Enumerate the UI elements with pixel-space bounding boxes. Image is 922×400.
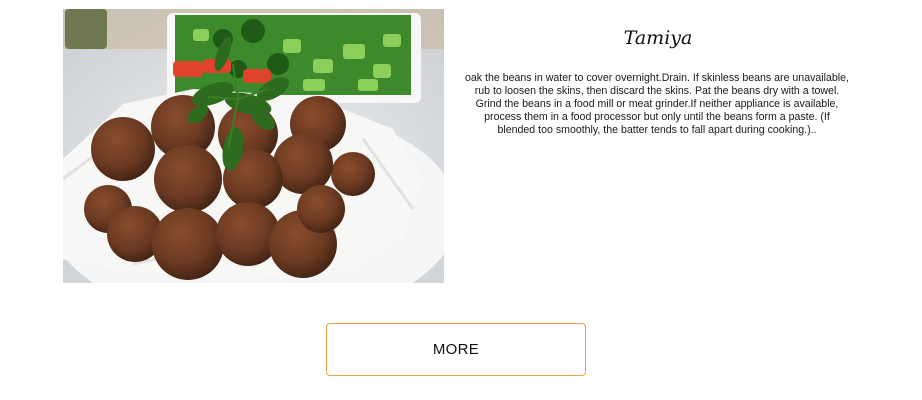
recipe-photo (63, 9, 444, 283)
falafel-plate-photo (63, 9, 444, 283)
recipe-description: oak the beans in water to cover overnigh… (465, 72, 849, 136)
recipe-title: Tamiya (623, 27, 693, 49)
more-button[interactable]: MORE (326, 323, 586, 376)
